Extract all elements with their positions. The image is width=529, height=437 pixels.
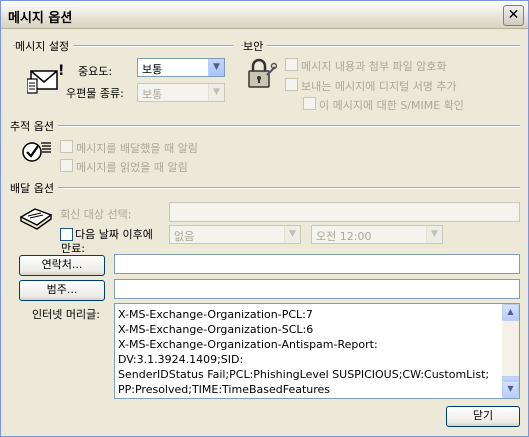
tracking-separator (13, 125, 520, 127)
categories-button[interactable]: 범주... (19, 280, 105, 301)
close-button-label: 닫기 (472, 409, 494, 422)
outbox-tray-icon (19, 205, 53, 231)
sensitivity-label: 우편물 종류: (66, 87, 124, 100)
contacts-button-label: 연락처... (41, 258, 83, 271)
checkmark-envelope-icon (21, 137, 53, 165)
expire-date-select[interactable]: 없음 ▼ (169, 225, 301, 244)
importance-label: 중요도: (78, 65, 113, 78)
chevron-down-icon: ▼ (426, 226, 442, 243)
expire-date-value: 없음 (174, 230, 195, 243)
reply-to-input[interactable] (169, 202, 520, 222)
security-separator (241, 45, 520, 47)
scroll-up-icon[interactable]: ▲ (502, 304, 519, 321)
message-options-dialog: 메시지 옵션 ✕ 메시지 설정 ! 중요도: 보통 ▼ 우편물 종류: 보통 ▼… (0, 0, 529, 437)
categories-button-label: 범주... (46, 283, 78, 296)
digital-signature-checkbox[interactable] (285, 78, 298, 91)
delivery-receipt-label: 메시지를 배달했을 때 알림 (76, 142, 198, 155)
expire-label-continued: 만료: (61, 242, 85, 255)
svg-text:!: ! (58, 63, 64, 79)
headers-scrollbar[interactable]: ▲ ▼ (502, 304, 519, 398)
chevron-down-icon: ▼ (284, 226, 300, 243)
expire-label: 다음 날짜 이후에 (75, 228, 153, 241)
close-window-button[interactable]: ✕ (503, 5, 524, 26)
smime-receipt-label: 이 메시지에 대한 S/MIME 확인 (319, 99, 464, 112)
chevron-down-icon: ▼ (208, 59, 224, 76)
security-group-label: 보안 (243, 38, 268, 54)
lock-key-icon (245, 57, 278, 91)
message-settings-group-label: 메시지 설정 (15, 38, 74, 54)
digital-signature-label: 보내는 메시지에 디지털 서명 추가 (301, 80, 457, 93)
sensitivity-value: 보통 (142, 88, 163, 101)
importance-value: 보통 (142, 63, 163, 76)
window-title: 메시지 옵션 (8, 11, 73, 26)
categories-input[interactable] (114, 279, 520, 299)
envelope-importance-icon: ! (26, 61, 67, 97)
encrypt-checkbox[interactable] (285, 58, 298, 71)
read-receipt-checkbox[interactable] (60, 159, 73, 172)
close-icon: ✕ (507, 7, 520, 23)
tracking-group-label: 추적 옵션 (10, 118, 58, 134)
read-receipt-label: 메시지를 읽었을 때 알림 (76, 161, 188, 174)
chevron-down-icon: ▼ (208, 84, 224, 101)
delivery-receipt-checkbox[interactable] (60, 140, 73, 153)
contacts-input[interactable] (114, 254, 520, 274)
expire-time-select[interactable]: 오전 12:00 ▼ (311, 225, 443, 244)
sensitivity-select[interactable]: 보통 ▼ (137, 83, 225, 102)
internet-headers-text: X-MS-Exchange-Organization-PCL:7 X-MS-Ex… (118, 308, 490, 396)
delivery-group-label: 배달 옵션 (10, 180, 58, 196)
internet-headers-textarea[interactable]: X-MS-Exchange-Organization-PCL:7 X-MS-Ex… (114, 303, 520, 399)
importance-select[interactable]: 보통 ▼ (137, 58, 225, 77)
title-bar: 메시지 옵션 ✕ (1, 1, 528, 29)
scroll-down-icon[interactable]: ▼ (502, 381, 519, 398)
smime-receipt-checkbox[interactable] (303, 97, 316, 110)
close-button[interactable]: 닫기 (446, 406, 520, 427)
expire-time-value: 오전 12:00 (316, 230, 372, 243)
encrypt-label: 메시지 내용과 첨부 파일 암호화 (301, 60, 447, 73)
internet-headers-label: 인터넷 머리글: (32, 308, 100, 321)
reply-to-label: 회신 대상 선택: (60, 208, 132, 221)
contacts-button[interactable]: 연락처... (19, 255, 105, 276)
delivery-separator (13, 187, 520, 189)
